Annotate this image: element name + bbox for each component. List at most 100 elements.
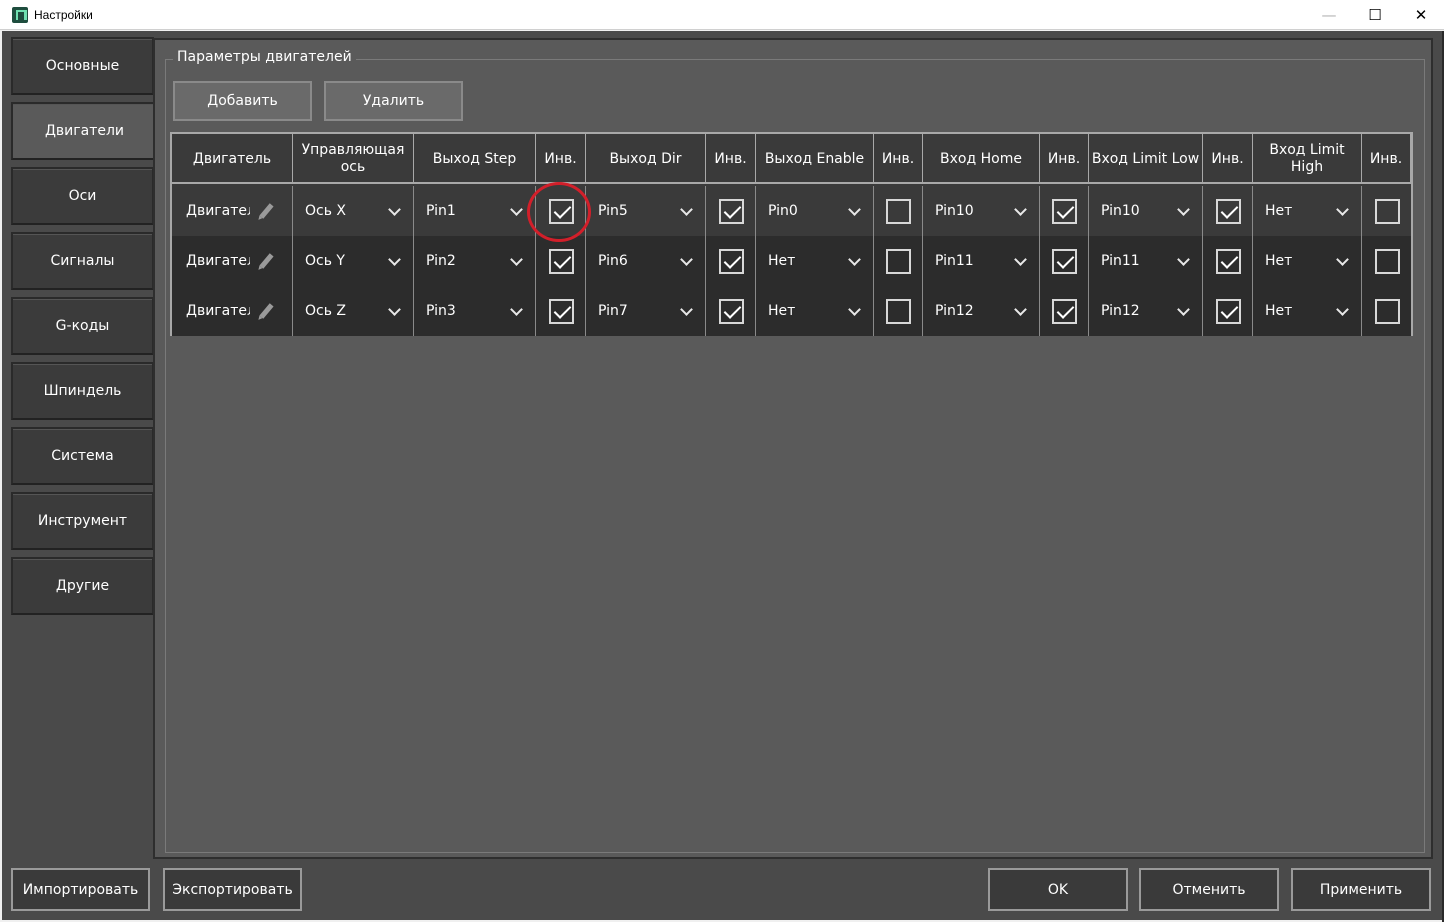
- step-value: Pin1: [426, 203, 456, 219]
- limit-low-select[interactable]: Pin10: [1089, 186, 1203, 236]
- limit-high-select[interactable]: Нет: [1253, 236, 1362, 286]
- enable-value: Нет: [768, 253, 796, 269]
- enable-select[interactable]: Нет: [756, 236, 874, 286]
- step-select[interactable]: Pin1: [414, 186, 536, 236]
- enable-select[interactable]: Нет: [756, 286, 874, 336]
- chevron-down-icon: [1177, 203, 1190, 216]
- home-inv-checkbox[interactable]: [1052, 249, 1077, 274]
- dir-select[interactable]: Pin6: [586, 236, 706, 286]
- dir-inv-checkbox[interactable]: [718, 249, 744, 274]
- limit-high-inv-cell: [1362, 286, 1411, 336]
- limit-high-value: Нет: [1265, 303, 1293, 319]
- limit-low-inv-checkbox[interactable]: [1215, 199, 1241, 224]
- export-button[interactable]: Экспортировать: [163, 868, 302, 911]
- nav-item-gcodes[interactable]: G-коды: [11, 297, 154, 355]
- step-inv-checkbox[interactable]: [548, 249, 574, 274]
- cancel-button[interactable]: Отменить: [1139, 868, 1279, 911]
- chevron-down-icon: [510, 253, 523, 266]
- limit-low-inv-cell: [1203, 286, 1253, 336]
- header-limit-low: Вход Limit Low: [1089, 134, 1203, 184]
- step-inv-cell: [536, 286, 586, 336]
- limit-low-inv-checkbox[interactable]: [1215, 299, 1241, 324]
- apply-button[interactable]: Применить: [1291, 868, 1431, 911]
- motor-name-cell[interactable]: Двигатель: [172, 236, 293, 286]
- dir-select[interactable]: Pin7: [586, 286, 706, 336]
- pencil-icon[interactable]: [259, 203, 274, 219]
- header-step-inv: Инв.: [536, 134, 586, 184]
- ok-button[interactable]: OK: [988, 868, 1128, 911]
- motor-name: Двигатель: [186, 303, 250, 319]
- step-select[interactable]: Pin3: [414, 286, 536, 336]
- pencil-icon[interactable]: [259, 253, 274, 269]
- enable-inv-cell: [874, 236, 923, 286]
- chevron-down-icon: [510, 203, 523, 216]
- dir-inv-checkbox[interactable]: [718, 199, 744, 224]
- home-inv-checkbox[interactable]: [1052, 199, 1077, 224]
- motor-table: Двигатель Управляющая ось Выход Step Инв…: [170, 132, 1413, 336]
- enable-inv-checkbox[interactable]: [886, 299, 911, 324]
- enable-inv-cell: [874, 186, 923, 236]
- limit-high-inv-checkbox[interactable]: [1374, 199, 1400, 224]
- nav-item-system[interactable]: Система: [11, 427, 154, 485]
- table-row: Двигатель Ось Y Pin2 Pin6 Нет Pin11 Pin1…: [172, 236, 1411, 286]
- limit-low-value: Pin10: [1101, 203, 1140, 219]
- add-button[interactable]: Добавить: [173, 81, 312, 121]
- header-step: Выход Step: [414, 134, 536, 184]
- motor-name: Двигатель: [186, 203, 250, 219]
- import-button[interactable]: Импортировать: [11, 868, 150, 911]
- axis-select[interactable]: Ось Z: [293, 286, 414, 336]
- header-home-inv: Инв.: [1040, 134, 1089, 184]
- pencil-icon[interactable]: [259, 303, 274, 319]
- axis-select[interactable]: Ось Y: [293, 236, 414, 286]
- enable-inv-checkbox[interactable]: [886, 199, 911, 224]
- maximize-button[interactable]: ☐: [1352, 0, 1398, 30]
- limit-high-inv-checkbox[interactable]: [1374, 299, 1400, 324]
- chevron-down-icon: [1014, 303, 1027, 316]
- motor-name-cell[interactable]: Двигатель: [172, 286, 293, 336]
- nav-item-main[interactable]: Основные: [11, 37, 154, 95]
- limit-high-select[interactable]: Нет: [1253, 286, 1362, 336]
- limit-low-inv-checkbox[interactable]: [1215, 249, 1241, 274]
- home-select[interactable]: Pin10: [923, 186, 1040, 236]
- enable-value: Нет: [768, 303, 796, 319]
- nav-item-other[interactable]: Другие: [11, 557, 154, 615]
- step-select[interactable]: Pin2: [414, 236, 536, 286]
- enable-select[interactable]: Pin0: [756, 186, 874, 236]
- limit-high-inv-checkbox[interactable]: [1374, 249, 1400, 274]
- table-header: Двигатель Управляющая ось Выход Step Инв…: [172, 134, 1411, 184]
- nav-item-motors[interactable]: Двигатели: [11, 102, 156, 160]
- app-icon: [12, 6, 28, 23]
- home-select[interactable]: Pin12: [923, 286, 1040, 336]
- enable-inv-cell: [874, 286, 923, 336]
- step-inv-checkbox[interactable]: [548, 299, 574, 324]
- limit-low-select[interactable]: Pin12: [1089, 286, 1203, 336]
- enable-inv-checkbox[interactable]: [886, 249, 911, 274]
- dir-inv-checkbox[interactable]: [718, 299, 744, 324]
- enable-value: Pin0: [768, 203, 798, 219]
- axis-select[interactable]: Ось X: [293, 186, 414, 236]
- chevron-down-icon: [848, 303, 861, 316]
- nav-item-axes[interactable]: Оси: [11, 167, 154, 225]
- home-value: Pin11: [935, 253, 974, 269]
- chevron-down-icon: [1336, 253, 1349, 266]
- close-button[interactable]: ✕: [1398, 0, 1444, 30]
- header-dir: Выход Dir: [586, 134, 706, 184]
- header-motor: Двигатель: [172, 134, 293, 184]
- axis-value: Ось Y: [305, 253, 345, 269]
- minimize-button[interactable]: —: [1306, 0, 1352, 30]
- header-dir-inv: Инв.: [706, 134, 756, 184]
- limit-high-inv-cell: [1362, 186, 1411, 236]
- dir-select[interactable]: Pin5: [586, 186, 706, 236]
- motor-name-cell[interactable]: Двигатель: [172, 186, 293, 236]
- nav-item-tool[interactable]: Инструмент: [11, 492, 154, 550]
- chevron-down-icon: [1177, 303, 1190, 316]
- remove-button[interactable]: Удалить: [324, 81, 463, 121]
- header-limit-high: Вход Limit High: [1253, 134, 1362, 184]
- limit-low-select[interactable]: Pin11: [1089, 236, 1203, 286]
- nav-item-spindle[interactable]: Шпиндель: [11, 362, 154, 420]
- home-inv-cell: [1040, 236, 1089, 286]
- limit-high-select[interactable]: Нет: [1253, 186, 1362, 236]
- home-inv-checkbox[interactable]: [1052, 299, 1077, 324]
- home-select[interactable]: Pin11: [923, 236, 1040, 286]
- nav-item-signals[interactable]: Сигналы: [11, 232, 154, 290]
